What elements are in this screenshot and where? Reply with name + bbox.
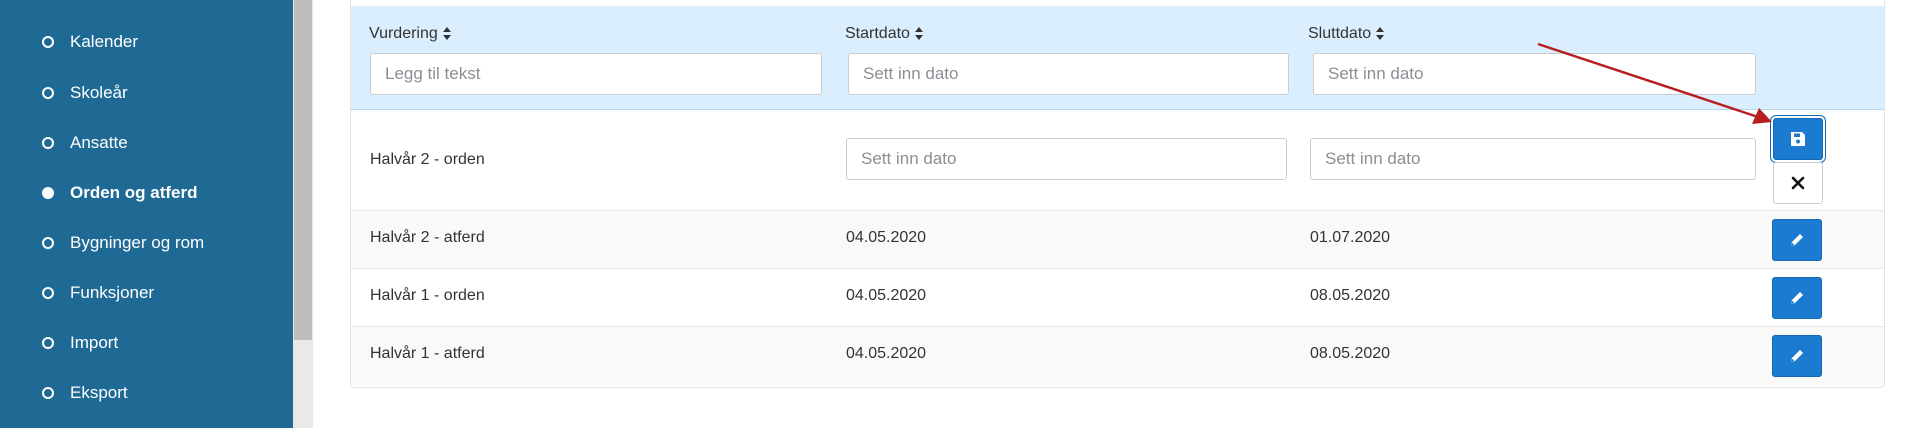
radio-dot-icon	[42, 387, 54, 399]
edit-sluttdato-input[interactable]	[1310, 138, 1756, 180]
sidebar-item-label: Skoleår	[70, 83, 128, 102]
edit-button[interactable]	[1772, 335, 1822, 377]
sidebar-item-ansatte[interactable]: Ansatte	[0, 121, 293, 165]
pencil-icon	[1791, 292, 1803, 304]
radio-dot-icon	[42, 87, 54, 99]
edit-button[interactable]	[1772, 277, 1822, 319]
sidebar-item-label: Funksjoner	[70, 283, 155, 302]
edit-startdato-input[interactable]	[846, 138, 1287, 180]
column-header-startdato[interactable]: Startdato	[845, 25, 924, 43]
radio-dot-icon	[42, 137, 54, 149]
filter-vurdering-input[interactable]	[370, 53, 822, 95]
column-header-label: Startdato	[845, 25, 910, 42]
sidebar-item-label: Eksport	[70, 383, 128, 402]
sidebar-item-import[interactable]: Import	[0, 321, 293, 365]
sidebar-item-label: Bygninger og rom	[70, 233, 205, 252]
column-header-label: Sluttdato	[1308, 25, 1372, 42]
filter-sluttdato-input[interactable]	[1313, 53, 1756, 95]
column-header-vurdering[interactable]: Vurdering	[369, 25, 452, 43]
radio-dot-icon	[42, 337, 54, 349]
sidebar-item-eksport[interactable]: Eksport	[0, 371, 293, 415]
pencil-icon	[1791, 350, 1803, 362]
table-row-editing: Halvår 2 - orden	[351, 111, 1884, 211]
sidebar-item-label: Import	[70, 333, 119, 352]
radio-dot-icon	[42, 287, 54, 299]
sluttdato-cell: 08.05.2020	[1310, 287, 1391, 304]
table-row: Halvår 1 - orden 04.05.2020 08.05.2020	[351, 269, 1884, 327]
sidebar-item-skolear[interactable]: Skoleår	[0, 71, 293, 115]
sidebar-item-label: Ansatte	[70, 133, 128, 152]
vurdering-cell: Halvår 1 - atferd	[370, 345, 485, 362]
startdato-cell: 04.05.2020	[846, 345, 927, 362]
table-row: Halvår 1 - atferd 04.05.2020 08.05.2020	[351, 327, 1884, 385]
sort-icon	[442, 27, 452, 41]
save-button[interactable]	[1773, 118, 1823, 160]
startdato-cell: 04.05.2020	[846, 229, 927, 246]
sluttdato-cell: 08.05.2020	[1310, 345, 1391, 362]
scrollbar-thumb[interactable]	[294, 0, 312, 340]
sidebar: Kalender Skoleår Ansatte Orden og atferd…	[0, 0, 293, 428]
vurdering-cell: Halvår 1 - orden	[370, 287, 485, 304]
pencil-icon	[1791, 234, 1803, 246]
table-header: Vurdering Startdato Sluttdato	[351, 6, 1884, 110]
sort-icon	[914, 27, 924, 41]
vurdering-cell: Halvår 2 - orden	[370, 151, 485, 168]
cancel-button[interactable]	[1773, 162, 1823, 204]
sidebar-item-bygninger-og-rom[interactable]: Bygninger og rom	[0, 221, 293, 265]
sidebar-item-funksjoner[interactable]: Funksjoner	[0, 271, 293, 315]
edit-button[interactable]	[1772, 219, 1822, 261]
sluttdato-cell: 01.07.2020	[1310, 229, 1391, 246]
column-header-label: Vurdering	[369, 25, 438, 42]
column-header-sluttdato[interactable]: Sluttdato	[1308, 25, 1385, 43]
sidebar-item-label: Orden og atferd	[70, 183, 198, 202]
vurdering-cell: Halvår 2 - atferd	[370, 229, 485, 246]
table-row: Halvår 2 - atferd 04.05.2020 01.07.2020	[351, 211, 1884, 269]
startdato-cell: 04.05.2020	[846, 287, 927, 304]
close-icon	[1791, 176, 1805, 190]
radio-dot-filled-icon	[42, 187, 54, 199]
sidebar-item-orden-og-atferd[interactable]: Orden og atferd	[0, 171, 293, 215]
sidebar-item-label: Kalender	[70, 32, 139, 51]
floppy-disk-icon	[1791, 132, 1805, 146]
sort-icon	[1376, 27, 1385, 41]
radio-dot-icon	[42, 36, 54, 48]
filter-startdato-input[interactable]	[848, 53, 1289, 95]
radio-dot-icon	[42, 237, 54, 249]
sidebar-item-kalender[interactable]: Kalender	[0, 20, 293, 64]
